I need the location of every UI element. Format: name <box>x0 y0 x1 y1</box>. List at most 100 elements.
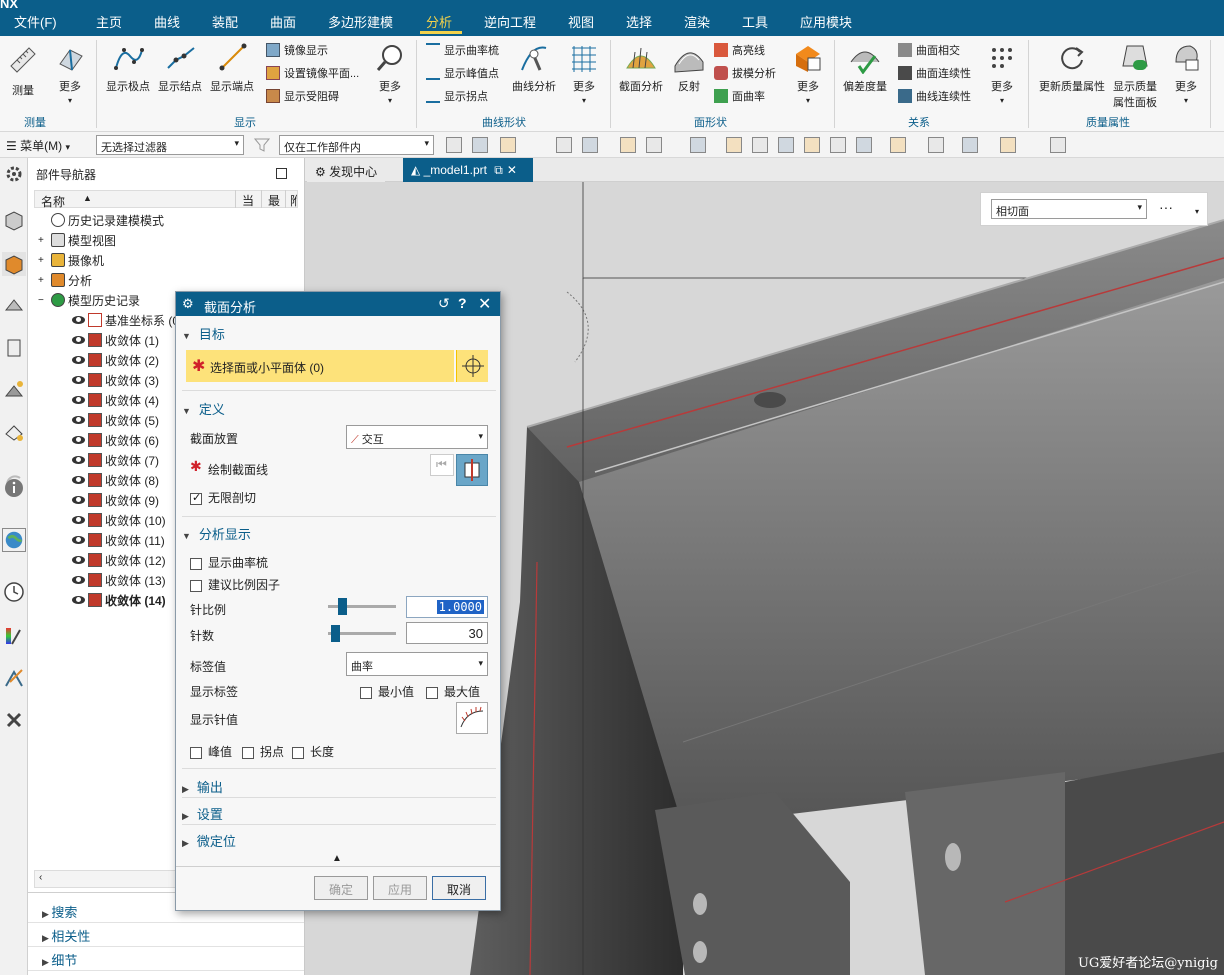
visibility-eye-icon[interactable] <box>72 436 85 444</box>
show-mass-panel-button[interactable]: 显示质量 属性面板 <box>1110 42 1160 110</box>
mirror-plane-button[interactable]: 设置镜像平面... <box>266 65 359 81</box>
column-name[interactable]: 名称 <box>41 193 65 210</box>
target-section-header[interactable]: ▼ 目标 <box>182 324 496 346</box>
visibility-eye-icon[interactable] <box>72 536 85 544</box>
column-attached[interactable]: 附 <box>285 190 297 208</box>
show-comb-check[interactable] <box>190 557 202 570</box>
solid-icon[interactable] <box>620 137 636 153</box>
visibility-eye-icon[interactable] <box>72 396 85 404</box>
body-icon[interactable] <box>582 137 598 153</box>
zoom-icon[interactable] <box>690 137 706 153</box>
view-icon[interactable] <box>804 137 820 153</box>
previous-button[interactable]: ⏮ <box>430 454 454 476</box>
menu-item-9[interactable]: 选择 <box>626 12 652 31</box>
tree-item-body[interactable]: 收敛体 (11) <box>72 530 165 550</box>
analysis-tool-icon[interactable] <box>2 666 26 690</box>
close-icon[interactable]: ✕ <box>478 294 491 314</box>
visibility-eye-icon[interactable] <box>72 476 85 484</box>
history-palette-icon[interactable] <box>2 420 26 444</box>
min-value-checkbox[interactable]: 最小值 <box>360 683 414 700</box>
visibility-eye-icon[interactable] <box>72 356 85 364</box>
tree-item-body[interactable]: 收敛体 (5) <box>72 410 159 430</box>
tree-item-body[interactable]: 收敛体 (8) <box>72 470 159 490</box>
menu-item-1[interactable]: 主页 <box>96 12 122 31</box>
tree-item-body[interactable]: 收敛体 (4) <box>72 390 159 410</box>
max-value-checkbox[interactable]: 最大值 <box>426 683 480 700</box>
point-icon[interactable] <box>556 137 572 153</box>
visibility-eye-icon[interactable] <box>72 416 85 424</box>
column-current[interactable]: 当 <box>235 190 254 208</box>
section-analysis-button[interactable]: 截面分析 <box>616 42 666 94</box>
needle-count-input[interactable]: 30 <box>406 622 488 644</box>
settings-section-header[interactable]: ▶ 设置 <box>182 804 496 826</box>
tree-item-body[interactable]: 收敛体 (1) <box>72 330 159 350</box>
slider-thumb[interactable] <box>337 598 347 615</box>
navigator-panel-1[interactable]: ▶ 相关性 <box>42 926 90 945</box>
assembly-navigator-icon[interactable] <box>2 208 26 232</box>
wrench-icon[interactable] <box>2 708 26 732</box>
measure-button[interactable]: 测量 <box>6 42 40 98</box>
tree-item-analysis[interactable]: + 分析 <box>38 270 92 290</box>
cancel-button[interactable]: 取消 <box>432 876 486 900</box>
fit-icon[interactable] <box>646 137 662 153</box>
settings-gear-icon[interactable]: ⚙ <box>182 296 194 312</box>
tree-item-body[interactable]: 收敛体 (9) <box>72 490 159 510</box>
visibility-eye-icon[interactable] <box>72 456 85 464</box>
menu-item-11[interactable]: 工具 <box>742 12 768 31</box>
globe-icon[interactable] <box>2 528 26 552</box>
reflection-button[interactable]: 反射 <box>672 42 706 94</box>
table-icon[interactable] <box>962 137 978 153</box>
navigator-panel-2[interactable]: ▶ 细节 <box>42 950 77 969</box>
tree-item-body[interactable]: 收敛体 (14) <box>72 590 166 610</box>
expand-toggle-icon[interactable]: + <box>38 275 48 286</box>
render-icon[interactable] <box>830 137 846 153</box>
tab-discovery-center[interactable]: ⚙ 发现中心 <box>307 158 386 182</box>
show-peak-button[interactable]: 显示峰值点 <box>426 65 499 81</box>
draft-analysis-button[interactable]: 拔模分析 <box>714 65 776 81</box>
hd3d-icon[interactable] <box>2 336 26 360</box>
face-shape-more-button[interactable]: 更多 ▾ <box>790 42 826 106</box>
curve-continuity-button[interactable]: 曲线连续性 <box>898 88 971 104</box>
more-options-icon[interactable]: ··· <box>1159 199 1173 215</box>
draw-section-button[interactable] <box>456 454 488 486</box>
show-curvature-comb-button[interactable]: 显示曲率梳 <box>426 42 499 58</box>
visibility-eye-icon[interactable] <box>72 516 85 524</box>
selection-filter-dropdown[interactable]: 无选择过滤器 ▾ <box>96 135 244 155</box>
visibility-eye-icon[interactable] <box>72 316 85 324</box>
fine-position-section-header[interactable]: ▶ 微定位 <box>182 831 496 853</box>
tree-item-clock[interactable]: 历史记录建模模式 <box>38 210 164 230</box>
output-section-header[interactable]: ▶ 输出 <box>182 777 496 799</box>
select-feature-icon[interactable] <box>446 137 462 153</box>
collapse-dialog-icon[interactable]: ▲ <box>332 853 342 864</box>
tree-item-body[interactable]: 收敛体 (3) <box>72 370 159 390</box>
face-continuity-button[interactable]: 曲面连续性 <box>898 65 971 81</box>
expand-toggle-icon[interactable]: + <box>38 255 48 266</box>
tab-model-part[interactable]: ◭ _model1.prt ⧉ ✕ <box>403 158 533 182</box>
select-face-row[interactable]: ✱ 选择面或小平面体 (0) <box>186 350 454 382</box>
column-latest[interactable]: 最 <box>261 190 280 208</box>
dialog-title-bar[interactable]: ⚙ 截面分析 ↺ ? ✕ <box>176 292 500 316</box>
show-inflection-button[interactable]: 显示拐点 <box>426 88 488 104</box>
scroll-left-icon[interactable]: ‹ <box>39 872 42 883</box>
show-damped-button[interactable]: 显示受阻碍 <box>266 88 339 104</box>
scale-factor-check[interactable] <box>190 579 202 592</box>
menu-dropdown[interactable]: ☰ 菜单(M) ▾ <box>6 137 70 154</box>
min-value-check[interactable] <box>360 686 372 699</box>
layer-icon[interactable] <box>890 137 906 153</box>
tree-item-view[interactable]: + 模型视图 <box>38 230 116 250</box>
definition-section-header[interactable]: ▼ 定义 <box>182 399 496 421</box>
reuse-library-icon[interactable] <box>2 294 26 318</box>
visibility-eye-icon[interactable] <box>72 376 85 384</box>
orient-icon[interactable] <box>778 137 794 153</box>
needle-scale-slider[interactable] <box>328 598 396 615</box>
length-check[interactable] <box>292 746 304 759</box>
navigator-panel-0[interactable]: ▶ 搜索 <box>42 902 77 921</box>
close-tab-icon[interactable]: ✕ <box>507 163 517 177</box>
apply-button[interactable]: 应用 <box>373 876 427 900</box>
menu-item-4[interactable]: 曲面 <box>270 12 296 31</box>
inflection-check[interactable] <box>242 746 254 759</box>
needle-count-slider[interactable] <box>328 625 396 642</box>
expand-toggle-icon[interactable]: + <box>38 235 48 246</box>
detach-icon[interactable]: ⧉ <box>494 163 503 177</box>
expand-toggle-icon[interactable]: − <box>38 295 48 306</box>
